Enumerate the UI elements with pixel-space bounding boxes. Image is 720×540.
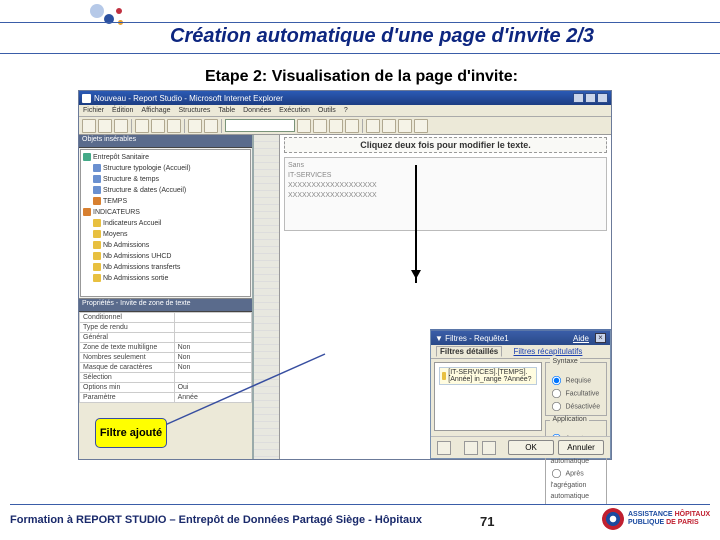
close-button[interactable] xyxy=(597,93,608,103)
tool-button[interactable] xyxy=(329,119,343,133)
dialog-tabs: Filtres détaillés Filtres récapitulatifs xyxy=(431,345,610,359)
callout-connector xyxy=(160,350,330,430)
tool-button[interactable] xyxy=(366,119,380,133)
app-window: Nouveau - Report Studio - Microsoft Inte… xyxy=(78,90,612,460)
tool-button[interactable] xyxy=(98,119,112,133)
add-filter-button[interactable] xyxy=(437,441,451,455)
tool-button[interactable] xyxy=(135,119,149,133)
font-select[interactable] xyxy=(225,119,295,132)
tree-item[interactable]: Structure typologie (Accueil) xyxy=(83,163,248,174)
menu-item[interactable]: Outils xyxy=(318,107,336,114)
aphp-logo: ASSISTANCE HÔPITAUX PUBLIQUE DE PARIS xyxy=(602,506,712,532)
app-icon xyxy=(82,94,91,103)
tool-button[interactable] xyxy=(398,119,412,133)
tool-button[interactable] xyxy=(151,119,165,133)
insertable-objects-header: Objets insérables xyxy=(79,135,252,148)
arrow-annotation xyxy=(415,165,417,283)
filter-expression: [IT-SERVICES].[TEMPS].[Année] in_range ?… xyxy=(448,369,534,383)
toolbar xyxy=(79,117,611,135)
tree-item[interactable]: Nb Admissions sortie xyxy=(83,273,248,284)
dialog-close-button[interactable]: × xyxy=(595,333,606,343)
property-row[interactable]: Type de rendu xyxy=(80,323,252,333)
menubar: Fichier Édition Affichage Structures Tab… xyxy=(79,105,611,117)
delete-filter-button[interactable] xyxy=(482,441,496,455)
filter-row[interactable]: [IT-SERVICES].[TEMPS].[Année] in_range ?… xyxy=(439,367,537,385)
logo-mark-icon xyxy=(602,508,624,530)
footer-text: Formation à REPORT STUDIO – Entrepôt de … xyxy=(10,514,422,526)
cancel-button[interactable]: Annuler xyxy=(558,440,604,455)
tool-button[interactable] xyxy=(297,119,311,133)
minimize-button[interactable] xyxy=(573,93,584,103)
menu-item[interactable]: Structures xyxy=(178,107,210,114)
tool-button[interactable] xyxy=(382,119,396,133)
filter-icon xyxy=(442,372,446,380)
object-tree[interactable]: Entrepôt SanitaireStructure typologie (A… xyxy=(80,149,251,297)
edit-filter-button[interactable] xyxy=(464,441,478,455)
dialog-footer: OK Annuler xyxy=(431,436,610,458)
filter-options: Syntaxe Requise Facultative Désactivée A… xyxy=(545,362,607,431)
tool-button[interactable] xyxy=(188,119,202,133)
tool-button[interactable] xyxy=(114,119,128,133)
tree-item[interactable]: Moyens xyxy=(83,229,248,240)
tool-button[interactable] xyxy=(82,119,96,133)
radio-after-agg[interactable]: Après l'agrégation automatique xyxy=(550,467,602,502)
tool-button[interactable] xyxy=(345,119,359,133)
menu-item[interactable]: Affichage xyxy=(141,107,170,114)
menu-item[interactable]: ? xyxy=(344,107,348,114)
property-row[interactable]: Général xyxy=(80,333,252,343)
menu-item[interactable]: Exécution xyxy=(279,107,310,114)
tree-item[interactable]: Nb Admissions transferts xyxy=(83,262,248,273)
dialog-title: Filtres - Requête1 xyxy=(445,334,509,343)
canvas-body[interactable]: SansIT-SERVICESXXXXXXXXXXXXXXXXXXXXXXXXX… xyxy=(284,157,607,231)
tree-item[interactable]: Entrepôt Sanitaire xyxy=(83,152,248,163)
funnel-icon: ▼ xyxy=(435,334,445,343)
slide-subtitle: Etape 2: Visualisation de la page d'invi… xyxy=(205,68,518,86)
radio-disabled[interactable]: Désactivée xyxy=(550,400,602,413)
window-titlebar: Nouveau - Report Studio - Microsoft Inte… xyxy=(79,91,611,105)
tab-summary-filters[interactable]: Filtres récapitulatifs xyxy=(510,347,585,356)
slide-footer: Formation à REPORT STUDIO – Entrepôt de … xyxy=(0,504,720,534)
menu-item[interactable]: Fichier xyxy=(83,107,104,114)
property-row[interactable]: Conditionnel xyxy=(80,313,252,323)
callout-filter-added: Filtre ajouté xyxy=(95,418,167,448)
tree-item[interactable]: TEMPS xyxy=(83,196,248,207)
tab-detailed-filters[interactable]: Filtres détaillés xyxy=(436,346,502,357)
canvas-title-placeholder[interactable]: Cliquez deux fois pour modifier le texte… xyxy=(284,137,607,153)
syntax-group: Syntaxe Requise Facultative Désactivée xyxy=(545,362,607,416)
dialog-titlebar: ▼ Filtres - Requête1 Aide × xyxy=(431,331,610,345)
tool-button[interactable] xyxy=(313,119,327,133)
window-title: Nouveau - Report Studio - Microsoft Inte… xyxy=(94,94,283,103)
menu-item[interactable]: Édition xyxy=(112,107,133,114)
maximize-button[interactable] xyxy=(585,93,596,103)
tree-item[interactable]: INDICATEURS xyxy=(83,207,248,218)
menu-item[interactable]: Table xyxy=(218,107,235,114)
tree-item[interactable]: Indicateurs Accueil xyxy=(83,218,248,229)
help-link[interactable]: Aide xyxy=(573,334,589,343)
tree-item[interactable]: Structure & dates (Accueil) xyxy=(83,185,248,196)
radio-optional[interactable]: Facultative xyxy=(550,387,602,400)
filters-dialog: ▼ Filtres - Requête1 Aide × Filtres déta… xyxy=(430,329,611,459)
tool-button[interactable] xyxy=(204,119,218,133)
filter-list[interactable]: [IT-SERVICES].[TEMPS].[Année] in_range ?… xyxy=(434,362,542,431)
ok-button[interactable]: OK xyxy=(508,440,554,455)
tree-item[interactable]: Nb Admissions xyxy=(83,240,248,251)
application-group: Application Avant l'agrégation automatiq… xyxy=(545,420,607,505)
slide-title: Création automatique d'une page d'invite… xyxy=(170,25,594,48)
radio-required[interactable]: Requise xyxy=(550,374,602,387)
tree-item[interactable]: Nb Admissions UHCD xyxy=(83,251,248,262)
tool-button[interactable] xyxy=(414,119,428,133)
properties-header: Propriétés - Invite de zone de texte xyxy=(79,299,252,312)
tree-item[interactable]: Structure & temps xyxy=(83,174,248,185)
tool-button[interactable] xyxy=(167,119,181,133)
menu-item[interactable]: Données xyxy=(243,107,271,114)
page-number: 71 xyxy=(480,514,494,529)
